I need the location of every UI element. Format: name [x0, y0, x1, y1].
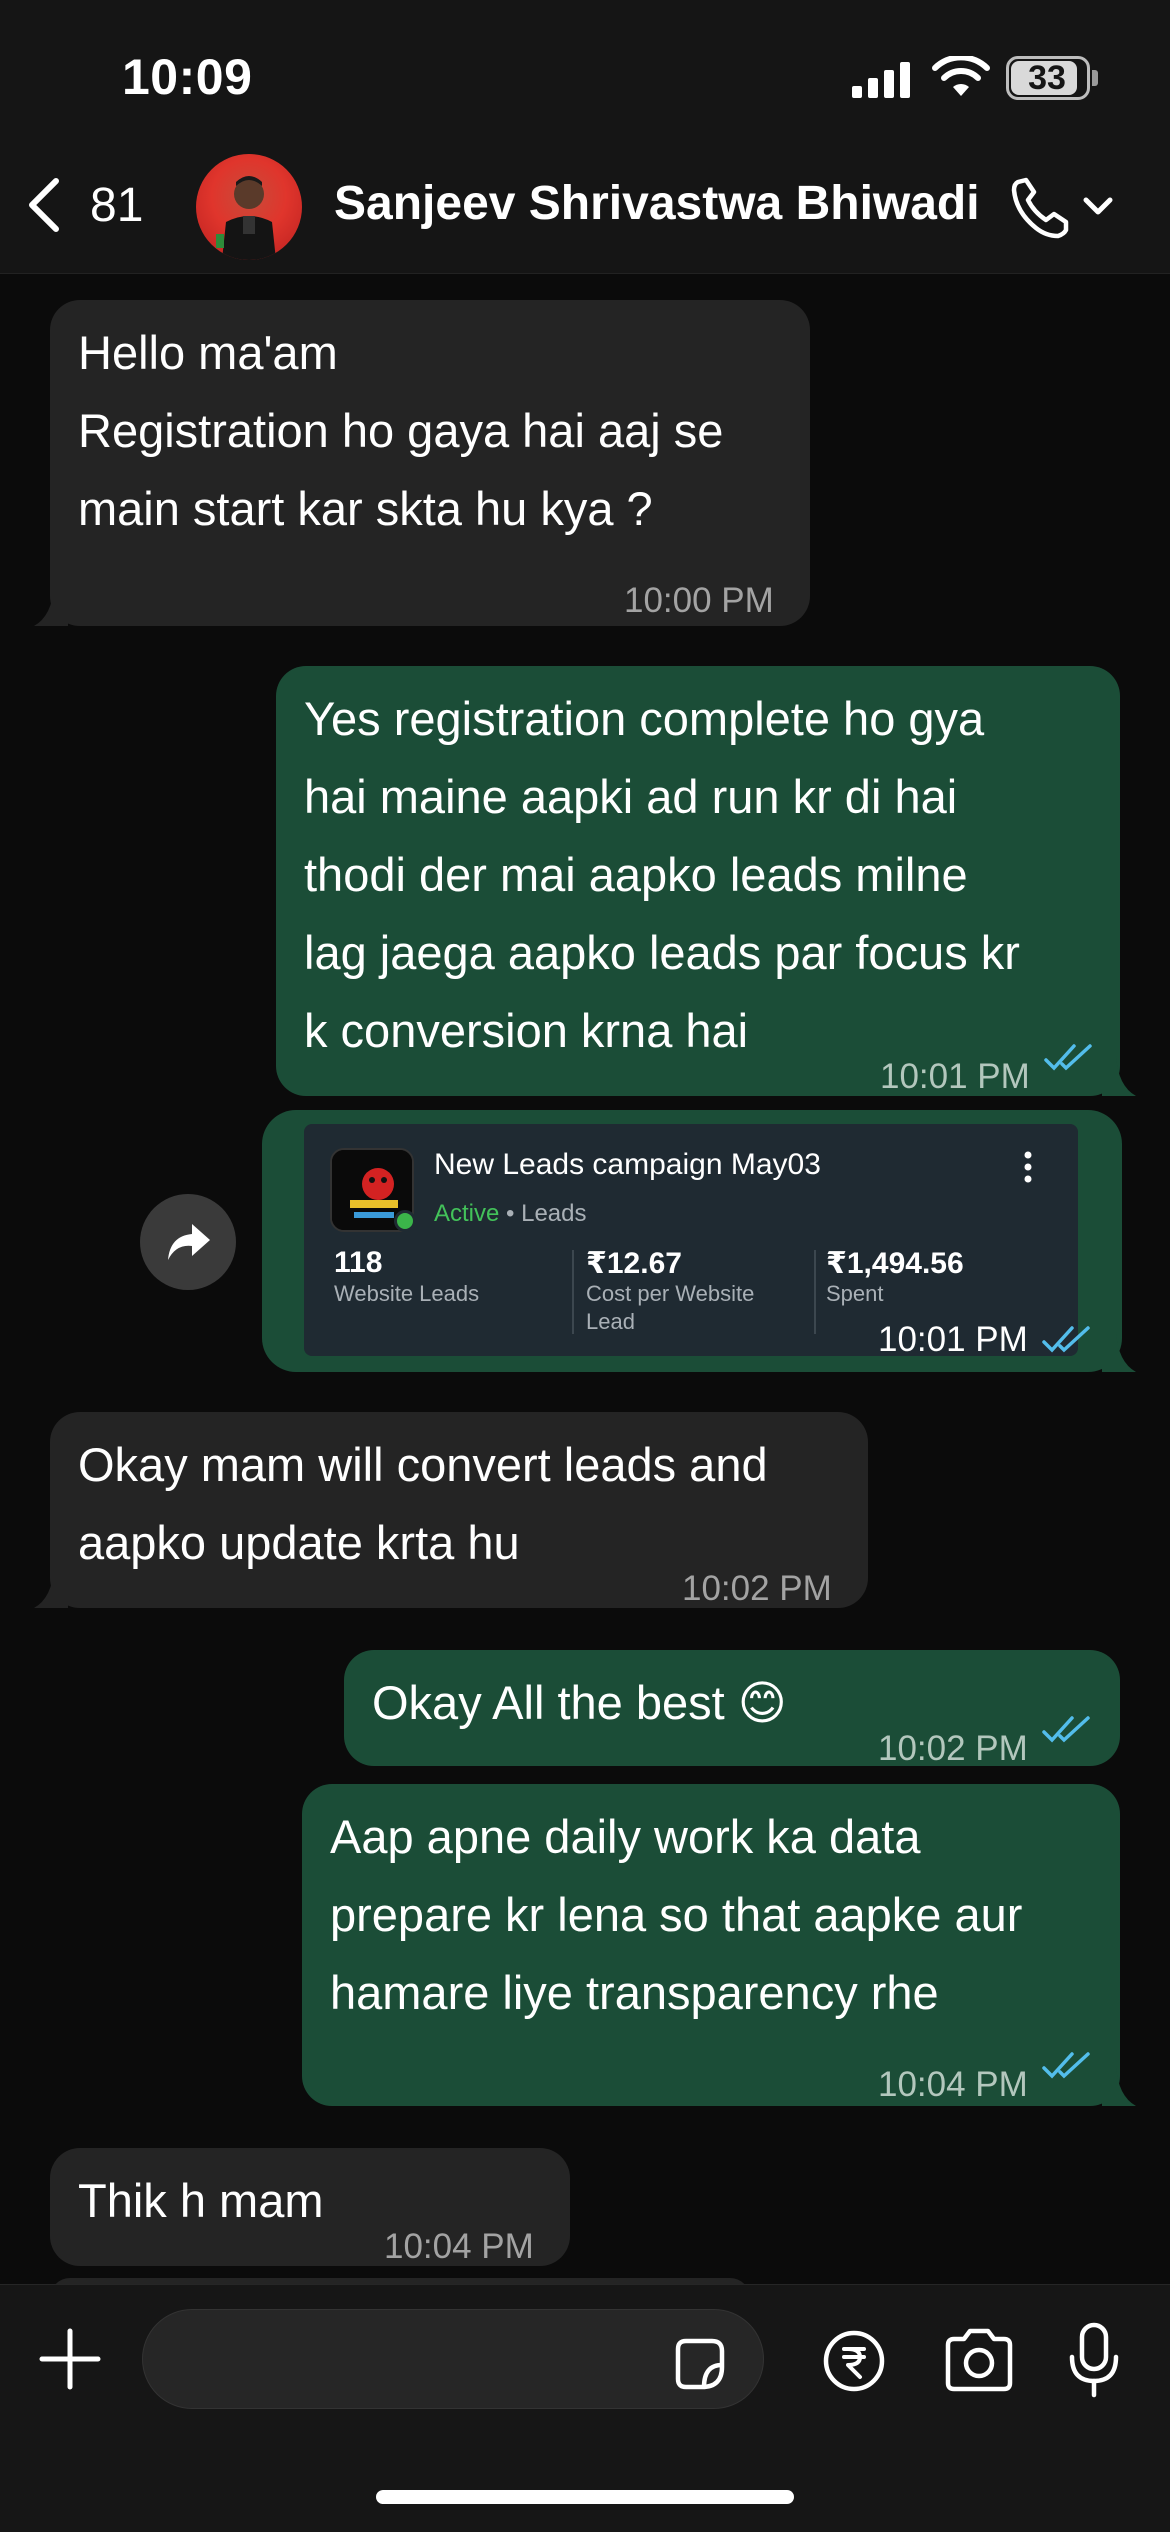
cellular-signal-icon	[852, 62, 910, 98]
wifi-icon	[932, 56, 990, 96]
rupee-icon[interactable]	[822, 2329, 886, 2393]
read-receipt-icon	[1044, 1044, 1092, 1071]
mic-icon[interactable]	[1068, 2321, 1120, 2399]
read-receipt-icon	[1042, 2052, 1090, 2079]
read-receipt-icon	[1042, 1716, 1090, 1743]
contact-name[interactable]: Sanjeev Shrivastwa Bhiwadi	[334, 176, 980, 231]
active-status-dot	[394, 1210, 416, 1232]
message-time: 10:00 PM	[624, 581, 774, 620]
stat-divider	[572, 1250, 574, 1334]
status-bar: 10:09 33	[0, 0, 1170, 140]
unread-count: 81	[90, 178, 144, 232]
stat-value: 118	[334, 1246, 383, 1279]
message-text: Thik h mam	[78, 2174, 324, 2227]
read-receipt-icon	[1042, 1326, 1090, 1353]
bubble-tail	[1102, 1332, 1136, 1372]
stat-value: ₹1,494.56	[826, 1247, 964, 1280]
back-button[interactable]: 81	[20, 170, 170, 240]
ad-objective: • Leads	[506, 1200, 587, 1227]
home-indicator[interactable]	[376, 2490, 794, 2504]
message-text: Hello ma'am Registration ho gaya hai aaj…	[78, 326, 724, 535]
phone-icon	[1011, 177, 1069, 239]
message-outgoing-ad-card[interactable]: New Leads campaign May03 Active • Leads …	[262, 1110, 1122, 1372]
camera-icon[interactable]	[942, 2327, 1016, 2393]
message-incoming[interactable]: Thik h mam 10:04 PM	[50, 2148, 570, 2266]
battery-icon: 33	[1006, 56, 1090, 100]
plus-icon[interactable]	[38, 2327, 102, 2391]
bubble-tail	[1102, 1056, 1136, 1096]
message-outgoing[interactable]: Aap apne daily work ka data prepare kr l…	[302, 1784, 1120, 2106]
bubble-tail	[1102, 2066, 1136, 2106]
forward-button[interactable]	[140, 1194, 236, 1290]
forward-icon	[168, 1224, 210, 1260]
message-time: 10:04 PM	[384, 2227, 534, 2266]
chat-header: 81 Sanjeev Shrivastwa Bhiwadi	[0, 140, 1170, 274]
battery-level: 33	[1028, 59, 1066, 97]
message-text: Okay mam will convert leads and aapko up…	[78, 1438, 768, 1569]
ad-status-active: Active	[434, 1200, 500, 1227]
contact-avatar[interactable]	[196, 154, 302, 260]
message-incoming[interactable]: Hello ma'am Registration ho gaya hai aaj…	[50, 300, 810, 626]
avatar-image	[216, 176, 276, 260]
stat-value: ₹12.67	[586, 1247, 682, 1280]
message-outgoing[interactable]: Okay All the best 😊 10:02 PM	[344, 1650, 1120, 1768]
more-vertical-icon[interactable]	[1022, 1150, 1034, 1184]
message-time: 10:02 PM	[878, 1729, 1028, 1768]
message-text: Yes registration complete ho gya hai mai…	[304, 692, 1020, 1057]
sticker-icon[interactable]	[670, 2335, 728, 2393]
message-time: 10:02 PM	[682, 1569, 832, 1608]
message-text: Okay All the best 😊	[372, 1676, 787, 1729]
back-chevron-icon	[29, 178, 59, 232]
stat-label: Spent	[826, 1281, 884, 1306]
bubble-tail	[34, 1568, 68, 1608]
stat-label: Cost per Website Lead	[586, 1281, 755, 1334]
message-text: Aap apne daily work ka data prepare kr l…	[330, 1810, 1023, 2019]
message-time: 10:01 PM	[878, 1320, 1028, 1359]
ad-title: New Leads campaign May03	[434, 1148, 821, 1181]
stat-label: Website Leads	[334, 1281, 480, 1306]
ad-status: Active • Leads	[434, 1200, 587, 1228]
call-button[interactable]	[1006, 170, 1126, 242]
stat-divider	[814, 1250, 816, 1334]
message-incoming[interactable]: Okay mam will convert leads and aapko up…	[50, 1412, 868, 1608]
chevron-down-icon	[1083, 197, 1113, 215]
message-time: 10:04 PM	[878, 2065, 1028, 2104]
message-time: 10:01 PM	[880, 1057, 1030, 1096]
message-outgoing[interactable]: Yes registration complete ho gya hai mai…	[276, 666, 1120, 1096]
bubble-tail	[34, 586, 68, 626]
status-time: 10:09	[122, 49, 253, 105]
